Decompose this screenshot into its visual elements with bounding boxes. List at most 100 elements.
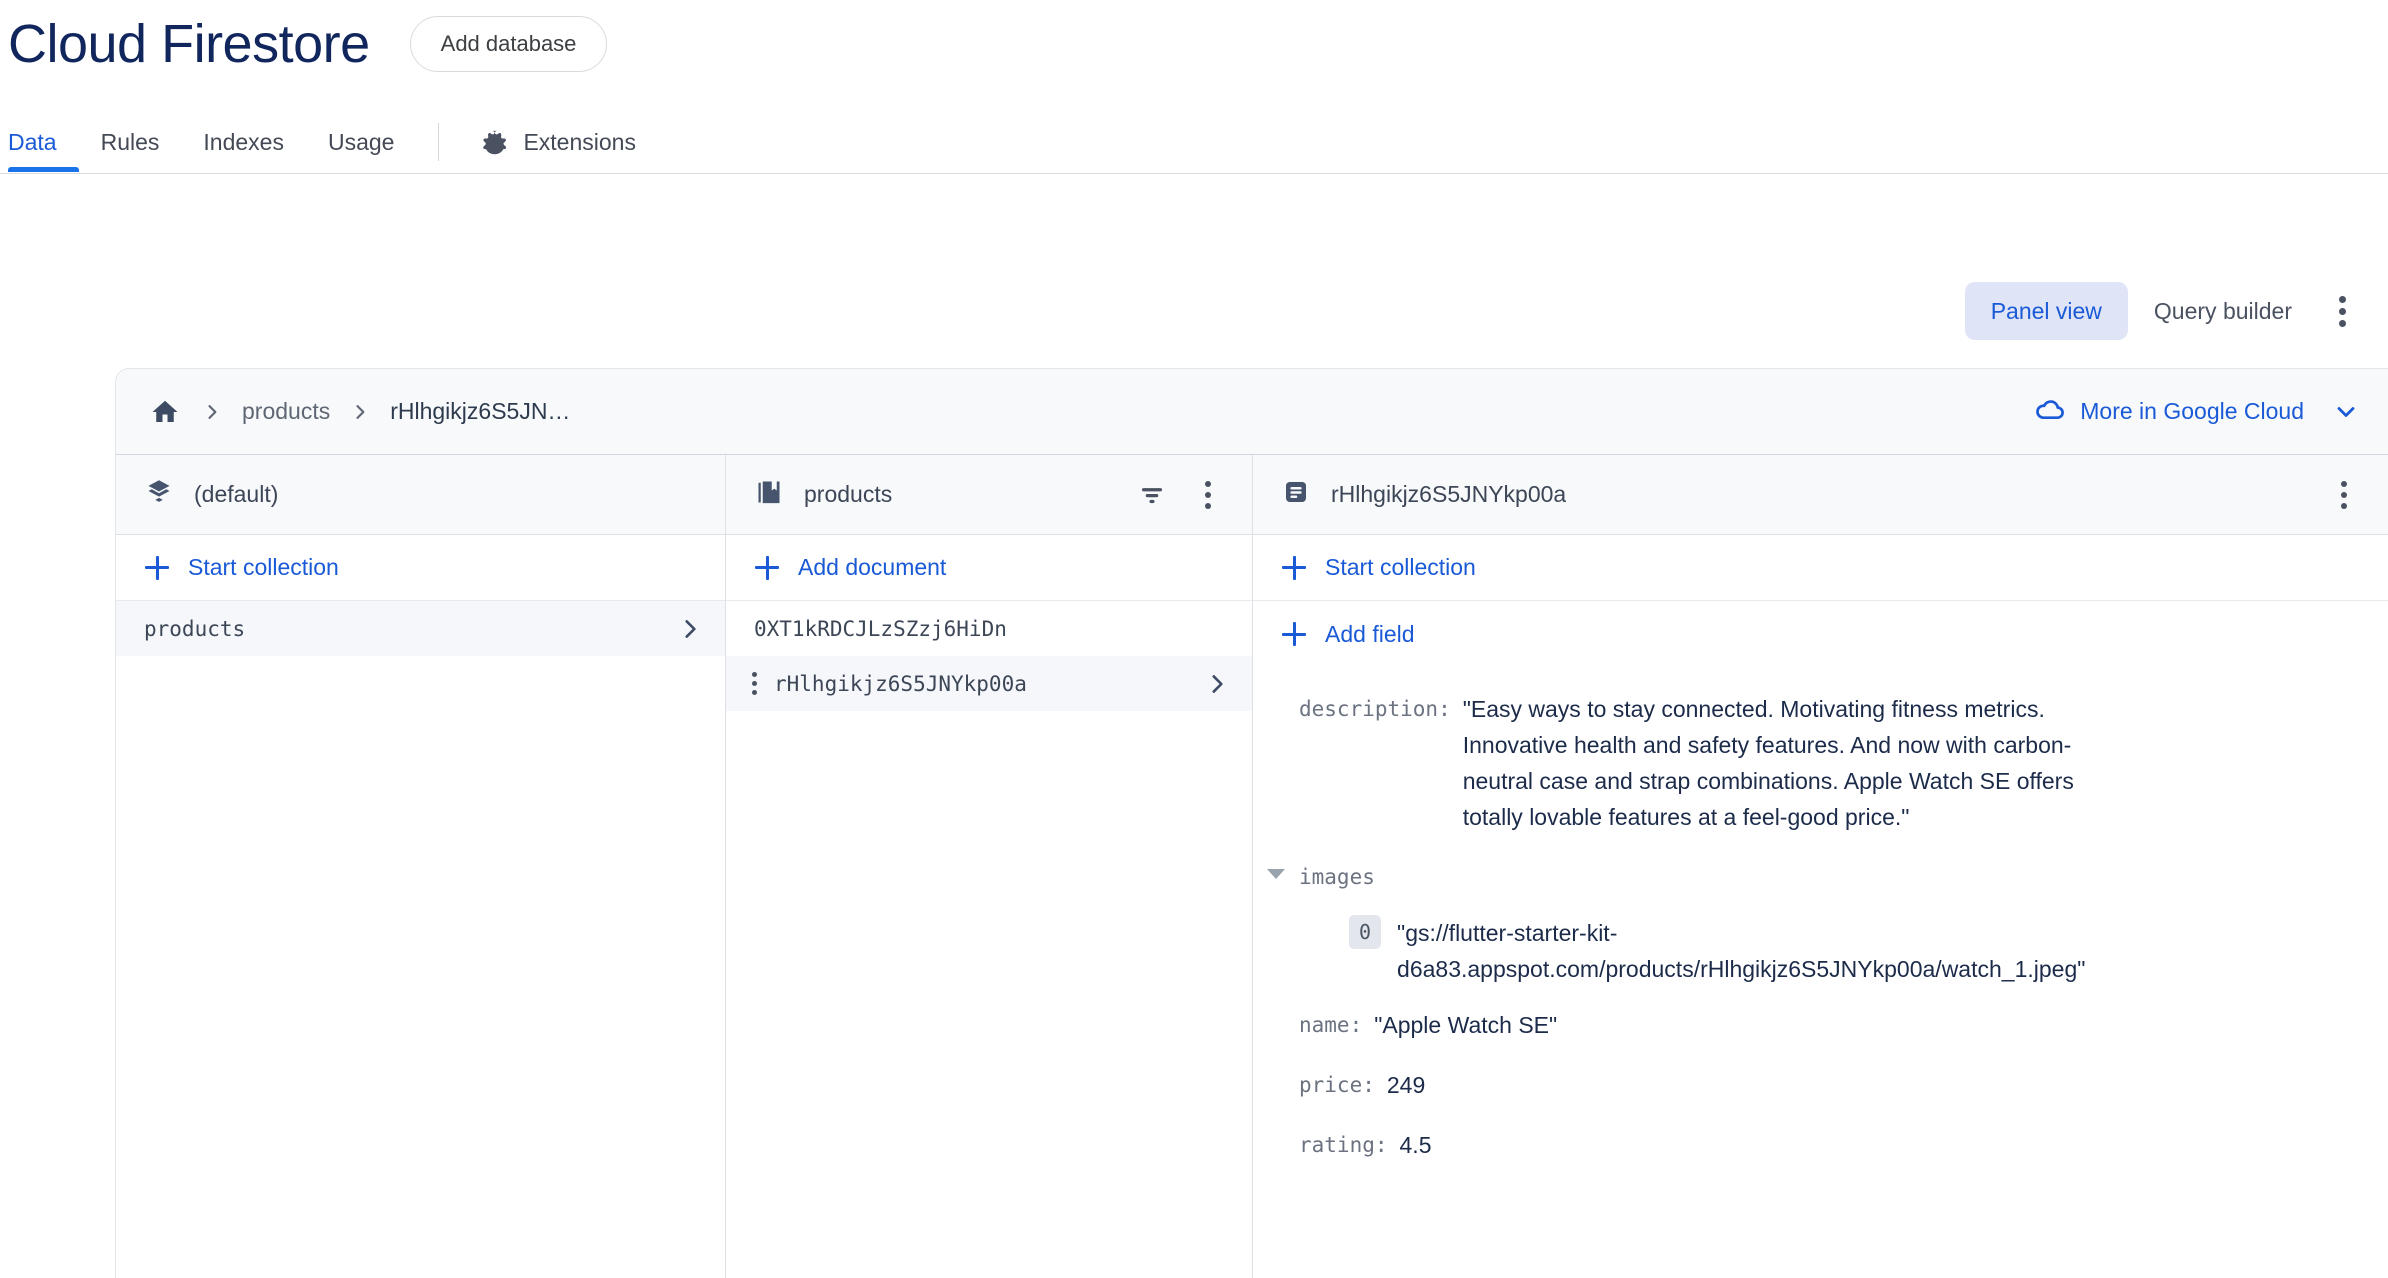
firestore-database-icon (144, 477, 174, 512)
field-value-name: "Apple Watch SE" (1374, 1012, 1558, 1038)
field-expander-placeholder (1253, 1127, 1299, 1137)
field-key-rating: rating: (1299, 1133, 1388, 1157)
field-images[interactable]: images (1253, 847, 2388, 907)
breadcrumb-item-products[interactable]: products (234, 394, 338, 429)
document-list-item[interactable]: 0XT1kRDCJLzSZzj6HiDn (726, 601, 1252, 656)
plus-icon (1281, 555, 1307, 581)
field-value-description: "Easy ways to stay connected. Motivating… (1462, 696, 2074, 830)
start-collection-label-right: Start collection (1325, 554, 1476, 580)
document-panel: rHlhgikjz6S5JNYkp00a Start collection Ad… (1253, 455, 2388, 1278)
start-collection-label: Start collection (188, 554, 339, 580)
start-collection-button-left[interactable]: Start collection (116, 535, 725, 601)
breadcrumb-item-document[interactable]: rHlhgikjz6S5JN… (382, 394, 578, 429)
collection-list-item-products[interactable]: products (116, 601, 725, 656)
plus-icon (754, 555, 780, 581)
document-row-overflow-menu-icon[interactable] (740, 672, 768, 695)
chevron-right-icon (677, 616, 703, 642)
document-panel-header: rHlhgikjz6S5JNYkp00a (1253, 455, 2388, 535)
tab-data[interactable]: Data (8, 112, 79, 172)
document-icon (1281, 477, 1311, 512)
tabs-underline (0, 173, 2388, 174)
home-icon[interactable] (140, 391, 190, 433)
collection-panel-actions (1130, 473, 1230, 517)
page-header: Cloud Firestore Add database Data Rules … (0, 0, 2388, 180)
firestore-data-card: products rHlhgikjz6S5JN… More in Google … (115, 368, 2388, 1278)
add-database-button[interactable]: Add database (409, 16, 608, 72)
more-in-google-cloud-label: More in Google Cloud (2080, 398, 2304, 424)
field-key-description: description: (1299, 697, 1451, 721)
field-rating[interactable]: rating: 4.5 (1253, 1115, 2388, 1175)
query-builder-button[interactable]: Query builder (2128, 282, 2318, 340)
document-fields: description: "Easy ways to stay connecte… (1253, 667, 2388, 1175)
panel-view-button[interactable]: Panel view (1964, 282, 2128, 340)
add-field-label: Add field (1325, 620, 1415, 647)
tab-indexes-label: Indexes (203, 128, 284, 155)
field-expander-placeholder (1253, 691, 1299, 701)
tab-extensions-label: Extensions (523, 128, 636, 155)
document-panel-actions (2322, 473, 2366, 517)
breadcrumb-bar: products rHlhgikjz6S5JN… More in Google … (116, 369, 2388, 455)
firestore-console-page: Cloud Firestore Add database Data Rules … (0, 0, 2388, 1278)
field-name[interactable]: name: "Apple Watch SE" (1253, 995, 2388, 1055)
tab-data-label: Data (8, 128, 57, 155)
panel-columns: (default) Start collection products prod… (116, 455, 2388, 1278)
tabs-bar: Data Rules Indexes Usage Extensions (0, 112, 2388, 174)
breadcrumb-separator-icon-2 (338, 402, 382, 422)
add-field-button[interactable]: Add field (1253, 601, 2388, 667)
add-document-button[interactable]: Add document (726, 535, 1252, 601)
breadcrumb: products rHlhgikjz6S5JN… (140, 391, 578, 433)
collection-icon (754, 477, 784, 512)
tab-rules-label: Rules (100, 128, 160, 155)
cloud-icon (2034, 393, 2066, 431)
field-value-rating: 4.5 (1399, 1132, 1432, 1158)
tabs-divider (438, 123, 440, 161)
chevron-down-icon[interactable] (2332, 398, 2360, 426)
field-expander-placeholder (1253, 1007, 1299, 1017)
array-index-badge: 0 (1349, 915, 1382, 949)
filter-icon[interactable] (1130, 473, 1174, 517)
breadcrumb-separator-icon (190, 402, 234, 422)
document-id-selected: rHlhgikjz6S5JNYkp00a (774, 671, 1027, 696)
database-panel-header: (default) (116, 455, 725, 535)
more-in-google-cloud-button[interactable]: More in Google Cloud (2034, 393, 2360, 431)
page-title: Cloud Firestore (8, 14, 370, 74)
collection-name: products (144, 616, 246, 641)
field-expander-placeholder (1253, 1067, 1299, 1077)
plus-icon (144, 555, 170, 581)
extensions-icon (483, 128, 511, 156)
collection-overflow-menu-icon[interactable] (1186, 473, 1230, 517)
field-price[interactable]: price: 249 (1253, 1055, 2388, 1115)
document-title: rHlhgikjz6S5JNYkp00a (1331, 481, 1567, 507)
array-item-images-0[interactable]: 0 "gs://flutter-starter-kit-d6a83.appspo… (1253, 907, 2388, 995)
tab-extensions[interactable]: Extensions (461, 112, 658, 172)
tab-rules[interactable]: Rules (79, 112, 182, 172)
collection-panel-header: products (726, 455, 1252, 535)
collection-panel: products Add document 0XT1kRDCJLzSZzj6Hi… (726, 455, 1253, 1278)
chevron-right-icon (1204, 671, 1230, 697)
add-document-label: Add document (798, 554, 947, 580)
database-panel: (default) Start collection products (116, 455, 726, 1278)
document-overflow-menu-icon[interactable] (2322, 473, 2366, 517)
view-toggle-row: Panel view Query builder (1964, 282, 2366, 340)
title-row: Cloud Firestore Add database (8, 12, 608, 76)
tabs: Data Rules Indexes Usage Extensions (8, 112, 658, 172)
tab-usage-label: Usage (327, 128, 395, 155)
triangle-down-icon[interactable] (1267, 869, 1285, 879)
field-key-images: images (1299, 865, 1375, 889)
field-description[interactable]: description: "Easy ways to stay connecte… (1253, 679, 2388, 847)
field-key-price: price: (1299, 1073, 1375, 1097)
field-value-price: 249 (1386, 1072, 1426, 1098)
document-id: 0XT1kRDCJLzSZzj6HiDn (754, 616, 1007, 641)
tab-usage[interactable]: Usage (306, 112, 416, 172)
start-collection-button-right[interactable]: Start collection (1253, 535, 2388, 601)
document-list-item-selected[interactable]: rHlhgikjz6S5JNYkp00a (726, 656, 1252, 711)
tab-indexes[interactable]: Indexes (181, 112, 306, 172)
array-item-value: "gs://flutter-starter-kit-d6a83.appspot.… (1397, 920, 2086, 982)
field-expander-images[interactable] (1253, 859, 1299, 879)
collection-title: products (804, 481, 893, 507)
field-key-name: name: (1299, 1013, 1363, 1037)
view-overflow-menu-icon[interactable] (2318, 285, 2366, 337)
tab-active-indicator (8, 167, 79, 172)
plus-icon (1281, 621, 1307, 647)
database-name: (default) (194, 481, 279, 507)
